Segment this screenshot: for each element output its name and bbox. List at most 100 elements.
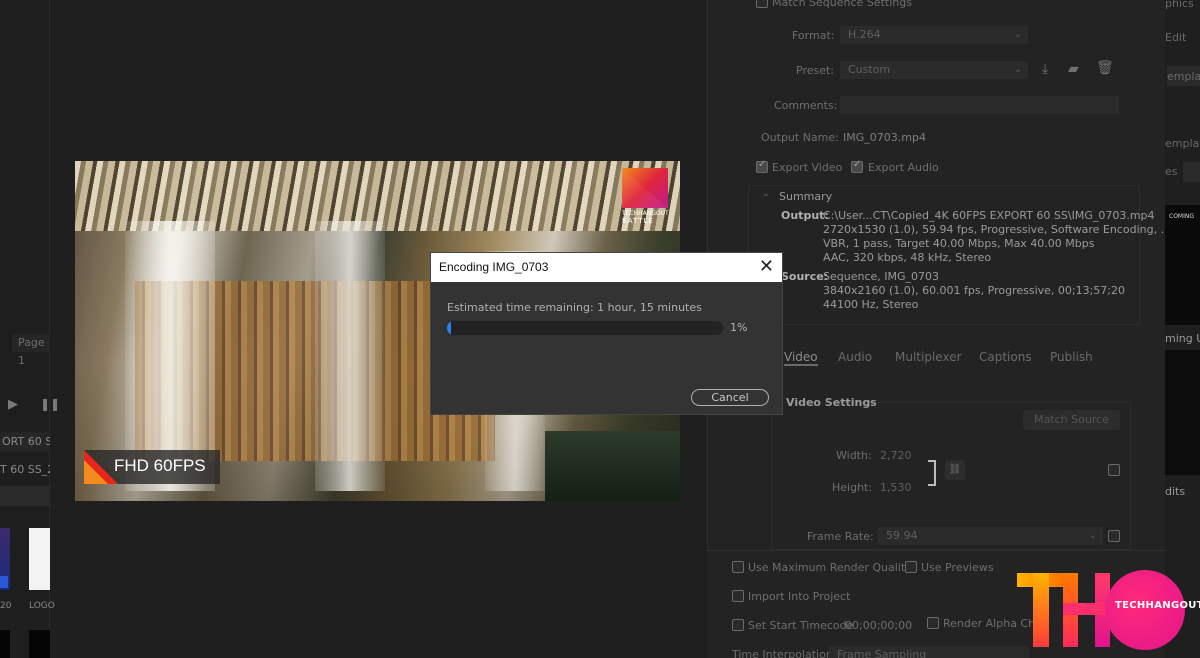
export-audio-label: Export Audio — [868, 161, 939, 174]
export-video-checkbox[interactable] — [756, 159, 768, 173]
summary-output-line: VBR, 1 pass, Target 40.00 Mbps, Max 40.0… — [823, 237, 1095, 250]
height-value[interactable]: 1,530 — [880, 481, 912, 494]
import-into-project-checkbox[interactable] — [732, 590, 744, 602]
filter-dropdown[interactable] — [1183, 162, 1200, 182]
progress-percent: 1% — [730, 321, 748, 334]
set-start-timecode-label: Set Start Timecode — [748, 619, 854, 632]
cancel-button[interactable]: Cancel — [691, 389, 769, 406]
watermark-text: TECHHANGOUT — [622, 210, 669, 217]
summary-output-label: Output: — [781, 209, 829, 222]
set-start-timecode-checkbox[interactable] — [732, 619, 744, 631]
project-search-bar[interactable] — [0, 486, 50, 506]
estimated-time-text: Estimated time remaining: 1 hour, 15 min… — [447, 301, 702, 314]
encoding-progress-bar — [447, 321, 723, 335]
output-name-link[interactable]: IMG_0703.mp4 — [843, 131, 926, 144]
preview-frame-water — [545, 431, 680, 501]
time-interpolation-value: Frame Sampling — [837, 648, 927, 658]
dialog-titlebar: Encoding IMG_0703 ✕ — [431, 253, 782, 282]
max-render-quality-checkbox[interactable] — [732, 561, 744, 573]
width-match-checkbox[interactable] — [1108, 464, 1120, 476]
sequence-item[interactable]: T 60 SS_2. — [0, 460, 50, 480]
tab-publish[interactable]: Publish — [1050, 350, 1093, 364]
frame-rate-label: Frame Rate: — [807, 530, 874, 543]
template-title: ming Up — [1165, 332, 1200, 345]
save-preset-icon[interactable]: ⤓ — [1042, 61, 1048, 77]
comments-label: Comments: — [774, 99, 838, 112]
panel-title[interactable]: phics — [1165, 0, 1194, 10]
page-label[interactable]: Page 1 — [12, 334, 50, 367]
delete-preset-icon[interactable]: 🗑 — [1096, 60, 1114, 76]
match-source-button[interactable]: Match Source — [1023, 410, 1120, 430]
summary-source-line: 3840x2160 (1.0), 60.001 fps, Progressive… — [823, 284, 1126, 297]
format-select[interactable]: H.264 ⌄ — [840, 26, 1028, 44]
thumbnail-label: 20 — [0, 601, 12, 611]
export-video-label: Export Video — [772, 161, 843, 174]
export-audio-checkbox[interactable] — [851, 159, 863, 173]
sequence-item[interactable]: ORT 60 SS_ — [0, 432, 50, 452]
import-preset-icon[interactable]: ▰ — [1068, 61, 1079, 77]
width-value[interactable]: 2,720 — [880, 449, 912, 462]
frame-rate-match-checkbox[interactable] — [1108, 530, 1120, 542]
frame-rate-value: 59.94 — [886, 529, 918, 542]
frame-rate-select[interactable]: 59.94 ⌄ — [878, 527, 1103, 545]
output-name-label: Output Name: — [761, 131, 839, 144]
templates-label: emplat — [1167, 70, 1200, 83]
premiere-export-window: Page 1 ▶ ❚❚ ORT 60 SS_ T 60 SS_2. 20 LOG… — [0, 0, 1200, 658]
chevron-down-icon: ⌄ — [1088, 530, 1097, 541]
tab-multiplexer[interactable]: Multiplexer — [895, 350, 962, 364]
summary-output-line: AAC, 320 kbps, 48 kHz, Stereo — [823, 251, 992, 264]
progress-fill — [447, 321, 451, 335]
logo-thumbnail-label: LOGO — [29, 601, 55, 611]
template-thumbnail[interactable]: COMING — [1165, 205, 1200, 325]
height-label: Height: — [832, 481, 873, 494]
format-label: Format: — [792, 29, 835, 42]
import-into-project-label: Import Into Project — [748, 590, 851, 603]
chevron-down-icon[interactable]: ⌄ — [762, 189, 770, 199]
label-fragment: es — [1165, 165, 1178, 178]
link-dimensions-icon[interactable]: ⛓ — [945, 460, 965, 480]
video-settings-heading: Video Settings — [786, 396, 877, 409]
preset-label: Preset: — [796, 64, 835, 77]
start-timecode-value[interactable]: 00;00;00;00 — [845, 619, 912, 632]
tab-video[interactable]: Video — [784, 350, 818, 366]
clip-thumbnail[interactable] — [0, 630, 10, 658]
clip-thumbnail[interactable] — [0, 528, 10, 590]
templates-label: emplat — [1165, 137, 1200, 150]
template-title: dits — [1165, 485, 1186, 498]
chevron-down-icon: ⌄ — [1013, 29, 1022, 40]
comments-input[interactable] — [840, 96, 1119, 114]
summary-output-line: 2720x1530 (1.0), 59.94 fps, Progressive,… — [823, 223, 1172, 236]
watermark-text: BATTLE — [622, 217, 654, 225]
techhangout-logo: TECHHANGOUT — [1015, 569, 1200, 654]
preset-value: Custom — [848, 63, 891, 76]
summary-heading: Summary — [779, 190, 833, 203]
summary-source-label: Source: — [781, 270, 829, 283]
pause-icon[interactable]: ❚❚ — [40, 397, 60, 411]
play-icon[interactable]: ▶ — [8, 397, 18, 412]
preset-select[interactable]: Custom ⌄ — [840, 61, 1028, 79]
summary-source-line: Sequence, IMG_0703 — [823, 270, 940, 283]
chevron-down-icon: ⌄ — [1013, 64, 1022, 75]
close-icon[interactable]: ✕ — [759, 256, 774, 277]
dialog-title: Encoding IMG_0703 — [439, 260, 549, 274]
tab-audio[interactable]: Audio — [838, 350, 872, 364]
tab-captions[interactable]: Captions — [979, 350, 1032, 364]
width-label: Width: — [836, 449, 872, 462]
summary-source-line: 44100 Hz, Stereo — [823, 298, 919, 311]
encoding-dialog: Encoding IMG_0703 ✕ Estimated time remai… — [430, 252, 783, 415]
preview-frame-curtain — [315, 221, 385, 491]
edit-tab[interactable]: Edit — [1165, 31, 1186, 44]
summary-output-line: C:\User...CT\Copied_4K 60FPS EXPORT 60 S… — [823, 209, 1155, 222]
thumbnail-text: COMING — [1169, 213, 1194, 220]
match-sequence-checkbox[interactable] — [756, 0, 768, 8]
templates-dropdown[interactable]: emplat — [1167, 66, 1200, 86]
clip-thumbnail[interactable] — [29, 630, 50, 658]
thumbnail-badge-icon — [0, 576, 8, 588]
badge-text: FHD 60FPS — [114, 456, 206, 475]
time-interpolation-select[interactable]: Frame Sampling — [829, 646, 1029, 658]
render-alpha-checkbox[interactable] — [927, 617, 939, 629]
fhd-badge: FHD 60FPS — [84, 450, 220, 484]
use-previews-checkbox[interactable] — [905, 561, 917, 573]
logo-thumbnail[interactable] — [29, 528, 50, 590]
template-thumbnail[interactable] — [1165, 350, 1200, 475]
